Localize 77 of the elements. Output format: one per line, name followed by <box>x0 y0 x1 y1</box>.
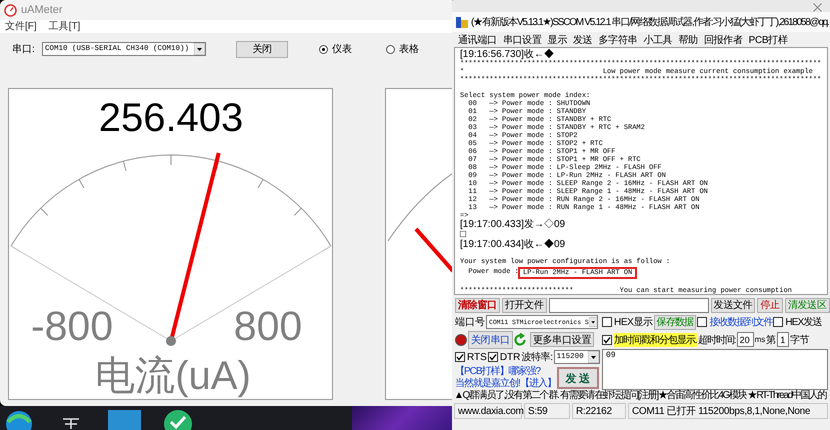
checkbox-label[interactable]: 接收数据到文件 <box>709 315 772 329</box>
send-button[interactable]: 发 送 <box>556 367 599 389</box>
menu-item[interactable]: 通讯端口 <box>458 32 497 46</box>
menu-item[interactable]: 回报作者 <box>704 32 743 46</box>
checkbox-label[interactable]: RTS <box>467 352 487 362</box>
file-path-field[interactable] <box>548 298 709 312</box>
status-field: R:22162 <box>572 403 626 419</box>
min-label: -800 <box>30 303 114 349</box>
menu-item[interactable]: 文件[F] <box>5 20 37 33</box>
checkbox-label[interactable]: 加时间戳和分包显示. <box>614 332 697 346</box>
dropdown-arrow-icon <box>588 351 599 363</box>
log-line: [19:17:00.433]发→◇09 <box>460 220 566 230</box>
log-line: □ <box>460 230 466 240</box>
checkbox-label[interactable]: HEX显示 <box>614 315 653 329</box>
checkbox[interactable] <box>697 317 708 327</box>
dropdown-arrow-icon <box>194 43 205 55</box>
menu-item[interactable]: 工具[T] <box>48 20 80 33</box>
radio-label[interactable]: 表格 <box>399 42 419 56</box>
timeout-field[interactable]: 20 <box>736 332 754 347</box>
status-field: www.daxia.com <box>454 403 522 419</box>
unit-label: 电流(uA) <box>95 354 251 398</box>
ad-link[interactable]: 当然就是嘉立创!【进入】 <box>455 378 556 390</box>
status-lamp-icon <box>455 334 467 346</box>
close-icon[interactable] <box>813 2 822 12</box>
menu-item[interactable]: 发送 <box>573 32 592 46</box>
menu-item[interactable]: PCB打样 <box>748 32 788 46</box>
send-field[interactable]: 09 <box>602 349 828 390</box>
log-line: [19:16:56.730]收←◆ <box>460 50 554 60</box>
checkbox[interactable] <box>488 352 498 362</box>
ad-link[interactable]: 【PCB打样】哪家强? <box>455 366 556 378</box>
app-icon[interactable] <box>60 416 82 430</box>
window-title: (★有新版本V5.13.1★)SSCOM V5.12.1 串口/网络数据调试器,作者:习小猛(大虾丁丁),2618058@qq. <box>471 16 829 29</box>
byte-unit: 字节 <box>790 334 810 346</box>
byte-field[interactable]: 1 <box>777 332 790 347</box>
checkbox[interactable] <box>455 352 465 362</box>
baud-label: 波特率: <box>521 350 553 364</box>
gauge-icon <box>4 4 17 16</box>
timeout-label: 超时时间: <box>698 334 736 346</box>
close-button[interactable]: 关闭 <box>236 40 288 58</box>
save-data-button[interactable]: 保存数据 <box>654 314 696 330</box>
status-field: S:59 <box>524 403 570 419</box>
refresh-icon[interactable] <box>514 332 527 346</box>
checkbox-label[interactable]: HEX发送 <box>785 315 822 329</box>
dropdown-arrow-icon <box>588 316 597 328</box>
menu-item[interactable]: 帮助 <box>678 32 698 46</box>
port-label: 端口号 <box>455 316 485 329</box>
app-icon[interactable] <box>4 408 34 430</box>
pivot-dot <box>166 336 176 346</box>
menu-item[interactable]: 显示 <box>548 32 568 46</box>
close-port-button[interactable]: 关闭串口 <box>468 330 513 348</box>
stop-button[interactable]: 停止 <box>757 298 783 312</box>
marquee-text: ▲Q群满员了,没有第二个群. 有需要请在虾坛提问[注册]★合宙高性价比4G模块 ★RT-Thread中国人的 <box>453 390 828 402</box>
checkbox[interactable] <box>773 317 784 327</box>
checkmark-icon[interactable] <box>163 409 193 430</box>
menu-item[interactable]: 多字符串 <box>598 32 638 46</box>
radio-label[interactable]: 仪表 <box>332 42 352 56</box>
log-line: [19:17:00.434]收←◆09 <box>460 240 566 250</box>
clear-send-button[interactable]: 清发送区 <box>784 298 830 312</box>
menu-item[interactable]: 小工具 <box>643 32 672 46</box>
radio-button[interactable] <box>319 44 328 54</box>
checkbox[interactable] <box>602 317 612 327</box>
timeout-unit: ms <box>754 335 766 344</box>
send-file-button[interactable]: 发送文件 <box>710 298 756 312</box>
menu-item[interactable]: 串口设置 <box>502 32 542 46</box>
gauge-reading: 256.403 <box>98 96 244 140</box>
clear-button[interactable]: 清除窗口 <box>455 298 500 312</box>
byte-label: 第 <box>766 334 776 346</box>
status-field: COM11 已打开 115200bps,8,1,None,None <box>628 403 828 419</box>
checkbox[interactable] <box>602 334 612 344</box>
max-label: 800 <box>234 303 302 349</box>
port-label: 串口: <box>12 42 36 56</box>
checkbox-label[interactable]: DTR <box>500 352 520 362</box>
open-file-button[interactable]: 打开文件 <box>502 298 547 312</box>
app-icon <box>455 15 469 29</box>
window-title: uAMeter <box>21 4 63 16</box>
radio-button[interactable] <box>386 44 395 54</box>
more-settings-button[interactable]: 更多串口设置 <box>530 332 594 347</box>
